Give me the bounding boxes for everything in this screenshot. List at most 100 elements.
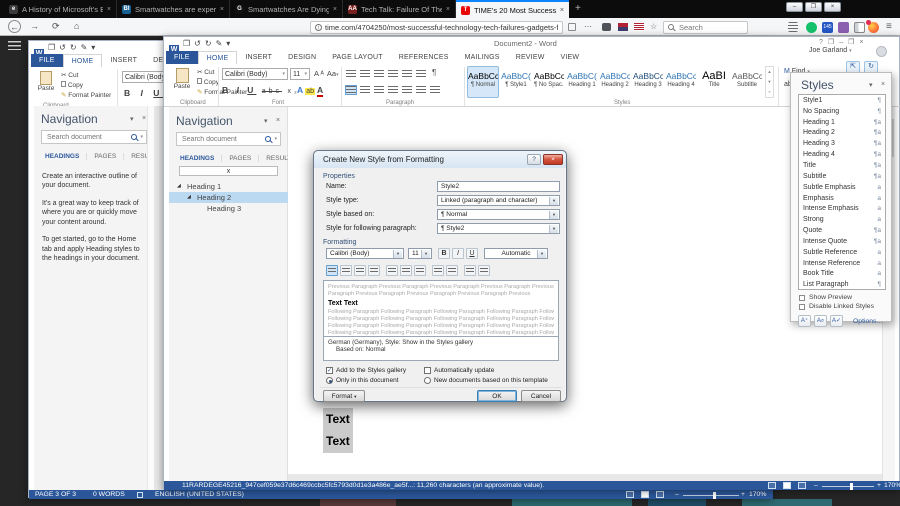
- style-list-item[interactable]: Subtle Emphasisa: [799, 182, 885, 193]
- nav-filter-box[interactable]: x: [179, 166, 278, 176]
- browser-reload-button[interactable]: ⟳: [52, 20, 60, 33]
- ribbon-tab-home[interactable]: HOME: [63, 54, 103, 67]
- ribbon-tab-review[interactable]: REVIEW: [508, 51, 553, 64]
- justify-icon[interactable]: [388, 86, 398, 94]
- address-bar[interactable]: i time.com/4704250/most-successful-techn…: [310, 21, 563, 34]
- multilevel-list-icon[interactable]: [374, 70, 384, 78]
- ribbon-tab-file[interactable]: FILE: [166, 51, 198, 64]
- ribbon-tab-insert[interactable]: INSERT: [237, 51, 280, 64]
- word-count[interactable]: 0 WORDS: [93, 491, 125, 498]
- webpage-hamburger-icon[interactable]: [8, 41, 21, 50]
- browser-back-button[interactable]: ←: [8, 20, 21, 33]
- ribbon-tab-mailings[interactable]: MAILINGS: [457, 51, 508, 64]
- format-size-select[interactable]: 11▾: [408, 248, 432, 259]
- zoom-out-button[interactable]: –: [675, 491, 679, 498]
- style-list-item[interactable]: Intense Emphasisa: [799, 203, 885, 214]
- gallery-style-subtitle[interactable]: AaBbCcESubtitle: [731, 66, 763, 98]
- nav-tab-pages[interactable]: PAGES: [222, 155, 259, 162]
- site-info-icon[interactable]: i: [315, 24, 322, 31]
- bookmark-star-icon[interactable]: ☆: [650, 22, 657, 32]
- bullet-list-icon[interactable]: [346, 70, 356, 78]
- style-list-item[interactable]: Heading 3¶a: [799, 138, 885, 149]
- nav-heading-item[interactable]: Heading 3: [169, 203, 288, 214]
- nav-tab-headings[interactable]: HEADINGS: [173, 155, 222, 162]
- tab-close-icon[interactable]: ×: [560, 7, 564, 14]
- pane-close-icon[interactable]: ×: [881, 81, 885, 88]
- redo-icon[interactable]: ↻: [205, 38, 212, 49]
- browser-forward-button[interactable]: →: [30, 20, 39, 33]
- extension-icon[interactable]: [838, 22, 849, 33]
- spacing-2-icon[interactable]: [414, 265, 426, 276]
- browser-maximize-button[interactable]: ❐: [805, 2, 822, 12]
- language-status[interactable]: ENGLISH (UNITED STATES): [155, 491, 244, 498]
- zoom-percent[interactable]: 170%: [884, 482, 900, 489]
- align-center-icon[interactable]: [360, 86, 370, 94]
- ribbon-tabs[interactable]: FILEHOMEINSERTDESIGNPAGE LAYOUTREFERENCE…: [166, 51, 587, 64]
- browser-tab[interactable]: eA History of Microsoft's Bigge×: [4, 0, 117, 18]
- zoom-slider-track[interactable]: [683, 495, 739, 496]
- print-layout-button[interactable]: [783, 482, 791, 489]
- web-layout-button[interactable]: [656, 491, 664, 498]
- copy-button[interactable]: Copy: [61, 81, 83, 89]
- style-list-item[interactable]: Heading 2¶a: [799, 128, 885, 139]
- copy-button[interactable]: Copy: [197, 78, 219, 86]
- browser-tab[interactable]: AATech Talk: Failure Of The Appl×: [343, 0, 456, 18]
- style-list-item[interactable]: Book Titlea: [799, 269, 885, 280]
- browser-tab[interactable]: TTIME's 20 Most Successful Tec×: [456, 0, 569, 18]
- style-list-item[interactable]: Stronga: [799, 214, 885, 225]
- page-action-icon[interactable]: [568, 23, 576, 31]
- italic-button[interactable]: I: [452, 248, 464, 259]
- sort-icon[interactable]: [416, 70, 426, 78]
- browser-home-button[interactable]: ⌂: [74, 20, 79, 33]
- styles-list[interactable]: Style1¶No Spacing¶Heading 1¶aHeading 2¶a…: [798, 94, 886, 290]
- ribbon-tab-design[interactable]: DESIGN: [280, 51, 324, 64]
- close-icon[interactable]: ×: [859, 39, 868, 46]
- nav-headings-tree[interactable]: ◢Heading 1◢Heading 2Heading 3: [169, 181, 288, 214]
- selected-text-block[interactable]: TextText: [323, 408, 353, 453]
- align-left-icon[interactable]: [346, 86, 356, 94]
- decrease-indent-icon[interactable]: [388, 70, 398, 78]
- window-controls[interactable]: ?❐–❐×: [819, 38, 868, 46]
- style-list-item[interactable]: Emphasisa: [799, 193, 885, 204]
- style-list-item[interactable]: Heading 4¶a: [799, 149, 885, 160]
- qat-customize-icon[interactable]: ▾: [91, 42, 95, 53]
- undo-icon[interactable]: ↺: [59, 42, 66, 53]
- browser-tab[interactable]: GSmartwatches Are Dying Beca×: [230, 0, 343, 18]
- space-after-icon[interactable]: [446, 265, 458, 276]
- library-icon[interactable]: [788, 22, 798, 32]
- browser-search-box[interactable]: [663, 21, 748, 34]
- gallery-style-heading-4[interactable]: AaBbCcDcHeading 4: [665, 66, 697, 98]
- pane-close-icon[interactable]: ×: [276, 117, 280, 124]
- style-list-item[interactable]: Subtitle¶a: [799, 171, 885, 182]
- bold-button[interactable]: B: [438, 248, 450, 259]
- read-mode-button[interactable]: [626, 491, 634, 498]
- nav-pane-tabs[interactable]: HEADINGSPAGESRESULTS: [173, 155, 304, 162]
- avatar[interactable]: [876, 46, 887, 57]
- cut-button[interactable]: ✂ Cut: [61, 71, 78, 79]
- restore-icon[interactable]: ❐: [848, 39, 859, 46]
- nav-search-box[interactable]: ▾: [41, 130, 147, 144]
- style-based-on-select[interactable]: ¶ Normal▾: [437, 209, 560, 220]
- style-list-item[interactable]: Subtle Referencea: [799, 247, 885, 258]
- new-style-button[interactable]: A⁺: [798, 315, 811, 327]
- zoom-slider-track[interactable]: [822, 486, 874, 487]
- badge-extension-icon[interactable]: 145: [822, 22, 833, 33]
- style-list-item[interactable]: Intense Referencea: [799, 258, 885, 269]
- tab-close-icon[interactable]: ×: [220, 6, 224, 13]
- new-tab-button[interactable]: +: [575, 3, 581, 14]
- style-list-item[interactable]: Title¶a: [799, 160, 885, 171]
- align-center-icon[interactable]: [340, 265, 352, 276]
- grow-shrink-font-buttons[interactable]: A ᴬ Aa▾: [314, 68, 339, 81]
- gallery-style-title[interactable]: AaBITitle: [698, 66, 730, 98]
- flag-extension-icon[interactable]: [618, 23, 628, 31]
- tab-close-icon[interactable]: ×: [107, 6, 111, 13]
- ribbon-tab-home[interactable]: HOME: [198, 51, 238, 64]
- zoom-slider-thumb[interactable]: [850, 483, 853, 490]
- only-this-document-radio[interactable]: [326, 377, 333, 384]
- nav-search-input[interactable]: [180, 135, 262, 144]
- line-spacing-icon[interactable]: [402, 86, 412, 94]
- justify-icon[interactable]: [368, 265, 380, 276]
- decrease-indent-icon[interactable]: [464, 265, 476, 276]
- pilcrow-button[interactable]: ¶: [432, 68, 436, 77]
- format-menu-button[interactable]: Format ▾: [323, 390, 365, 402]
